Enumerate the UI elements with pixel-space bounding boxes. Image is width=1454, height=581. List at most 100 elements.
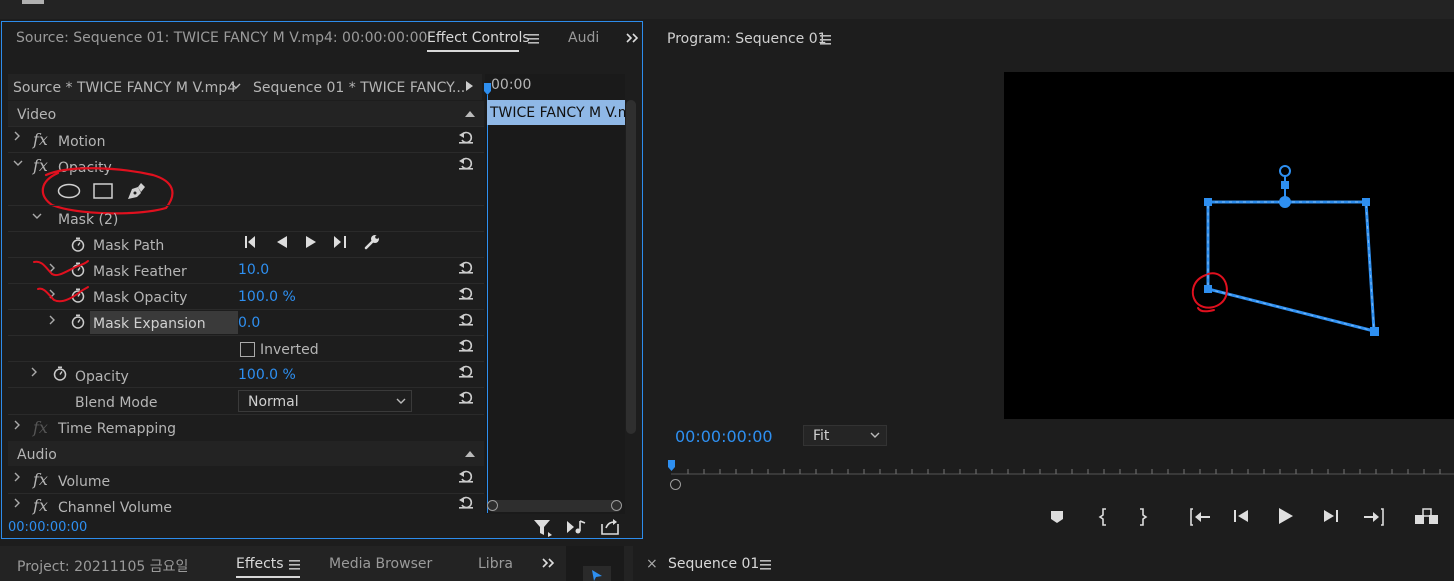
fx-icon: fx [33, 496, 48, 515]
program-timecode[interactable]: 00:00:00:00 [675, 427, 773, 446]
mini-timeline [485, 74, 625, 514]
reset-icon[interactable] [458, 338, 474, 352]
overflow-chevron-icon[interactable] [626, 33, 640, 43]
collapse-chevron-icon[interactable] [32, 211, 42, 221]
row-divider [8, 414, 484, 415]
reset-icon[interactable] [458, 495, 474, 509]
reset-icon[interactable] [458, 364, 474, 378]
collapse-chevron-icon[interactable] [13, 158, 23, 168]
tab-sequence[interactable]: Sequence 01 [668, 556, 759, 572]
effect-controls-timecode[interactable]: 00:00:00:00 [8, 520, 87, 535]
timeline-time: 00:00 [491, 77, 532, 93]
source-clip-label[interactable]: Source * TWICE FANCY M V.mp4 [13, 80, 236, 96]
step-back-icon[interactable] [1234, 509, 1252, 523]
blend-mode-select[interactable]: Normal [238, 390, 412, 412]
go-to-out-icon[interactable] [1362, 508, 1386, 526]
track-backward-icon[interactable] [245, 236, 263, 248]
red-annotation-mark [34, 284, 90, 306]
app-menu-icon[interactable] [22, 0, 44, 4]
fx-icon: fx [33, 470, 48, 489]
opacity-value[interactable]: 100.0 % [238, 367, 296, 383]
expand-chevron-icon[interactable] [48, 315, 58, 325]
mask-label[interactable]: Mask (2) [58, 212, 118, 228]
inverted-checkbox[interactable] [240, 342, 255, 357]
tab-source[interactable]: Source: Sequence 01: TWICE FANCY M V.mp4… [16, 30, 427, 46]
stopwatch-icon[interactable] [53, 366, 67, 381]
overflow-chevron-icon[interactable] [542, 558, 556, 568]
mask-expansion-value[interactable]: 0.0 [238, 315, 260, 331]
tab-effects[interactable]: Effects [236, 556, 284, 572]
selection-tool-icon[interactable] [583, 566, 611, 581]
add-marker-icon[interactable] [1050, 510, 1064, 524]
stopwatch-icon[interactable] [71, 314, 85, 329]
expand-chevron-icon[interactable] [30, 367, 40, 377]
step-forward-icon[interactable] [305, 236, 317, 248]
scroll-handle-left[interactable] [487, 500, 498, 511]
row-divider [8, 493, 484, 494]
tab-effect-controls[interactable]: Effect Controls [427, 30, 530, 46]
hamburger-menu-icon[interactable] [820, 35, 831, 45]
chevron-down-icon[interactable] [231, 83, 241, 90]
reset-icon[interactable] [458, 390, 474, 404]
mask-opacity-value[interactable]: 100.0 % [238, 289, 296, 305]
playhead-marker[interactable] [484, 83, 492, 97]
expand-chevron-icon[interactable] [13, 420, 23, 430]
opacity-property-label: Opacity [75, 369, 129, 385]
program-scroll-handle[interactable] [670, 479, 681, 490]
mask-path-label: Mask Path [93, 238, 165, 254]
reset-icon[interactable] [458, 156, 474, 170]
tab-libraries[interactable]: Libra [478, 556, 513, 572]
loop-audio-icon[interactable] [566, 519, 588, 535]
tab-effects-underline [236, 576, 300, 578]
sequence-clip-label[interactable]: Sequence 01 * TWICE FANCY... [253, 80, 465, 96]
hamburger-menu-icon[interactable] [289, 560, 300, 570]
tab-media-browser[interactable]: Media Browser [329, 556, 432, 572]
play-button-icon[interactable] [1278, 508, 1294, 524]
mask-shape-overlay[interactable] [1004, 72, 1454, 419]
play-triangle-icon[interactable] [466, 81, 474, 91]
chevron-down-icon [396, 398, 406, 405]
wrench-icon[interactable] [364, 234, 380, 250]
expand-chevron-icon[interactable] [13, 131, 23, 141]
reset-icon[interactable] [458, 469, 474, 483]
reset-icon[interactable] [458, 260, 474, 274]
mask-feather-label: Mask Feather [93, 264, 187, 280]
go-to-in-icon[interactable] [1188, 508, 1212, 526]
expand-chevron-icon[interactable] [13, 498, 23, 508]
scroll-handle-right[interactable] [611, 500, 622, 511]
reset-icon[interactable] [458, 130, 474, 144]
vertical-scrollbar[interactable] [626, 100, 636, 434]
tab-audio[interactable]: Audi [568, 30, 599, 46]
track-forward-icon[interactable] [333, 236, 351, 248]
reset-icon[interactable] [458, 286, 474, 300]
horizontal-scrollbar[interactable] [488, 500, 622, 512]
stopwatch-icon[interactable] [71, 237, 85, 252]
filter-icon[interactable] [533, 519, 553, 537]
hamburger-menu-icon[interactable] [760, 560, 771, 570]
step-forward-icon[interactable] [1322, 509, 1340, 523]
tab-effect-controls-underline [427, 50, 519, 52]
row-divider [8, 335, 484, 336]
program-title[interactable]: Program: Sequence 01 [667, 31, 827, 47]
tab-project[interactable]: Project: 20211105 금요일 [17, 556, 188, 576]
row-divider [8, 309, 484, 310]
audio-section-bg [8, 441, 484, 466]
mark-out-icon[interactable] [1138, 508, 1148, 526]
export-frame-icon[interactable] [1414, 508, 1440, 525]
zoom-select[interactable]: Fit [803, 425, 887, 446]
collapse-up-icon[interactable] [465, 111, 475, 118]
hamburger-menu-icon[interactable] [528, 34, 539, 44]
clip-bar[interactable]: TWICE FANCY M V.m [487, 100, 625, 125]
zoom-value: Fit [813, 428, 830, 444]
top-strip [0, 0, 1454, 19]
reset-icon[interactable] [458, 312, 474, 326]
program-time-ruler[interactable] [668, 460, 1454, 476]
step-backward-icon[interactable] [276, 236, 288, 248]
mask-expansion-label: Mask Expansion [93, 316, 206, 332]
mask-feather-value[interactable]: 10.0 [238, 262, 269, 278]
expand-chevron-icon[interactable] [13, 472, 23, 482]
collapse-up-icon[interactable] [465, 451, 475, 458]
mark-in-icon[interactable] [1098, 508, 1108, 526]
export-icon[interactable] [600, 518, 620, 535]
close-icon[interactable]: × [646, 556, 658, 572]
